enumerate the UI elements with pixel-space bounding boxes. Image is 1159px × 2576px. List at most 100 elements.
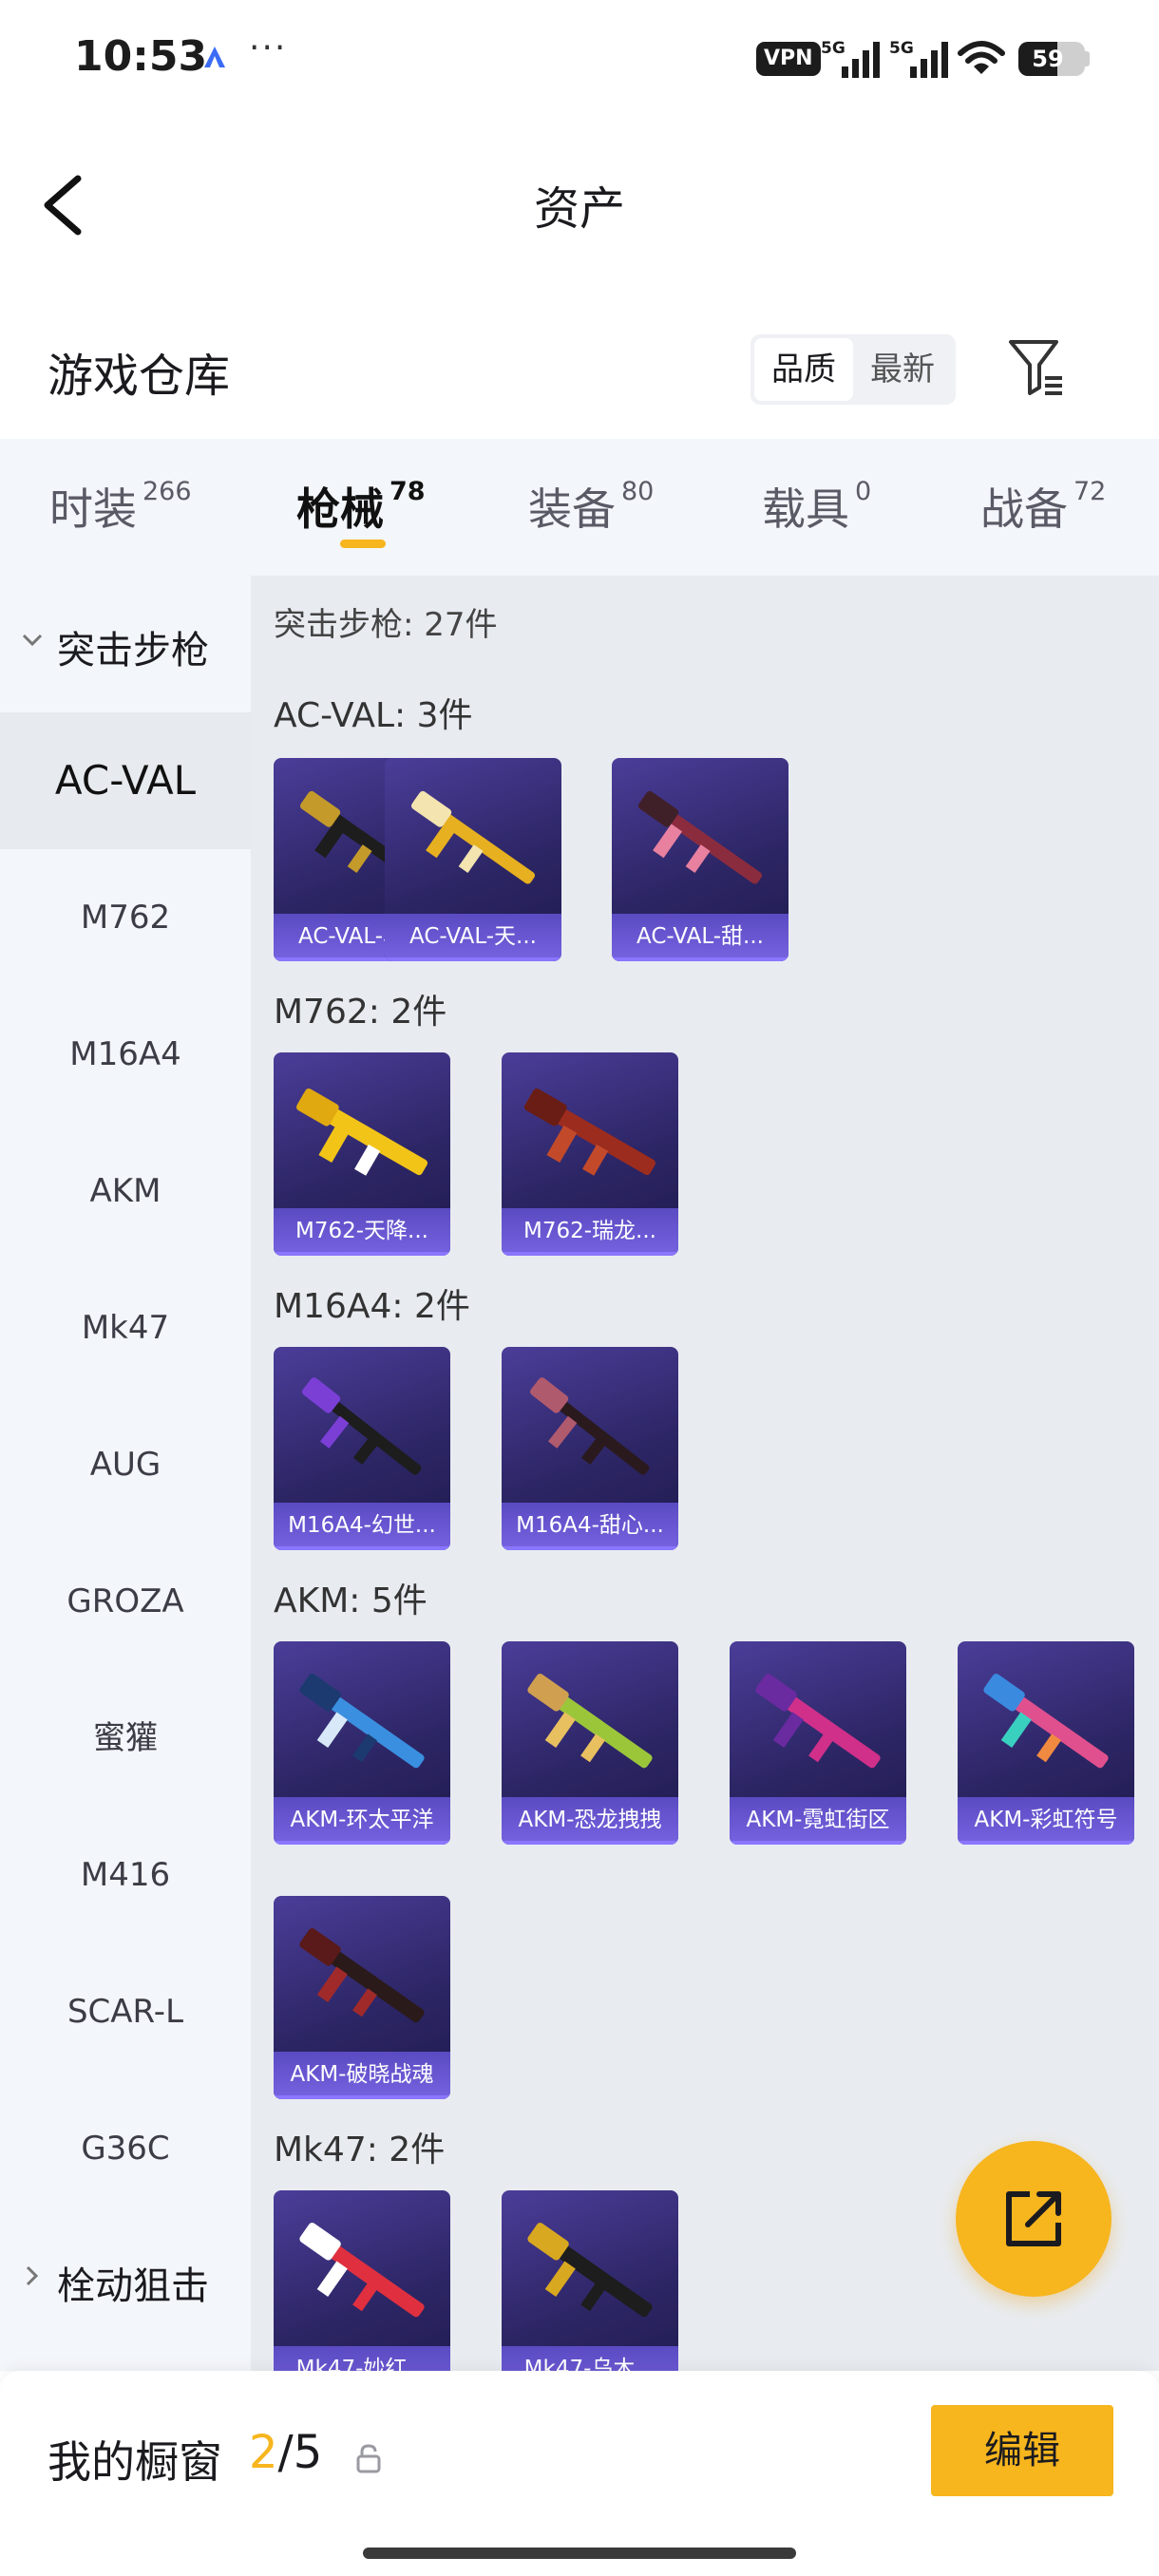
tab-vehicles[interactable]: 载具 0 (762, 475, 871, 538)
sidebar-item-m16a4[interactable]: M16A4 (0, 986, 251, 1123)
header: 资产 (0, 133, 1159, 275)
sidebar-group-label: 突击步枪 (57, 629, 209, 672)
signal-icon: 5G (821, 39, 880, 78)
weapon-card-name: M762-天降... (274, 1208, 450, 1256)
page-title: 资产 (533, 182, 625, 236)
window-count-total: /5 (277, 2426, 323, 2479)
weapon-card-name: M16A4-幻世... (274, 1503, 450, 1550)
tab-equipment[interactable]: 装备 80 (528, 475, 654, 538)
sidebar-item-ac-val[interactable]: AC-VAL (0, 712, 251, 849)
chevron-right-icon (26, 2265, 39, 2286)
tab-count: 266 (142, 477, 192, 506)
signal-icon-2: 5G (889, 39, 948, 78)
weapon-card[interactable]: AKM-环太平洋 (274, 1641, 450, 1845)
sort-toggle: 品质 最新 (750, 334, 956, 405)
group-title-akm: AKM: 5件 (274, 1582, 428, 1620)
sidebar-item-groza[interactable]: GROZA (0, 1533, 251, 1670)
weapon-card[interactable]: Mk47-乌木... (502, 2190, 678, 2371)
my-window-label: 我的橱窗 (48, 2436, 222, 2488)
wifi-icon (958, 41, 1005, 74)
rifle-icon (527, 2223, 653, 2318)
weapon-card[interactable]: AC-VAL-甜... (612, 758, 788, 961)
sidebar-item-scar-l[interactable]: SCAR-L (0, 1943, 251, 2080)
home-indicator[interactable] (363, 2548, 796, 2559)
weapon-grid: 突击步枪: 27件 AC-VAL: 3件 AC-VAL-乌... AC-VAL-… (251, 576, 1159, 2371)
window-count: 2/5 (249, 2426, 322, 2479)
tab-label: 载具 (762, 483, 849, 535)
weapon-card-name: AKM-霓虹街区 (730, 1797, 906, 1845)
category-tabs: 时装 266 枪械 78 装备 80 载具 0 战备 72 (0, 439, 1159, 576)
bottom-bar: 我的橱窗 2/5 编辑 (0, 2371, 1159, 2576)
weapon-card[interactable]: M762-天降... (274, 1052, 450, 1256)
weapon-card-name: M16A4-甜心... (502, 1503, 678, 1550)
more-notifications-icon: ··· (249, 28, 288, 67)
weapon-card[interactable]: M16A4-甜心... (502, 1347, 678, 1550)
sidebar-item-g36c[interactable]: G36C (0, 2080, 251, 2217)
sidebar-item-m416[interactable]: M416 (0, 1807, 251, 1943)
weapon-card[interactable]: AC-VAL-天... (385, 758, 561, 961)
sidebar: 突击步枪 AC-VAL M762 M16A4 AKM Mk47 AUG GROZ… (0, 576, 251, 2371)
window-count-current: 2 (249, 2426, 278, 2479)
weapon-card[interactable]: Mk47-妙红... (274, 2190, 450, 2371)
tab-label: 装备 (528, 483, 616, 535)
group-title-mk47: Mk47: 2件 (274, 2131, 446, 2169)
rifle-icon (755, 1674, 881, 1769)
tab-fashion[interactable]: 时装 266 (49, 475, 192, 538)
battery-tip (1085, 51, 1090, 66)
sort-quality-button[interactable]: 品质 (754, 338, 853, 401)
status-bar: 10:53 ··· VPN 5G 5G 59 (0, 0, 1159, 114)
sort-newest-button[interactable]: 最新 (853, 338, 952, 401)
weapon-card-name: AC-VAL-天... (385, 914, 561, 961)
group-title-ac-val: AC-VAL: 3件 (274, 696, 473, 735)
rifle-icon (524, 1088, 656, 1176)
rifle-icon (301, 1377, 422, 1475)
section-title: 游戏仓库 (48, 350, 231, 403)
battery-level: 59 (1032, 46, 1064, 72)
weapon-card[interactable]: AKM-霓虹街区 (730, 1641, 906, 1845)
chevron-down-icon (22, 634, 43, 647)
group-title-m762: M762: 2件 (274, 993, 447, 1032)
battery-icon: 59 (1018, 42, 1085, 76)
rifle-icon (299, 1928, 425, 2023)
lock-icon (356, 2444, 381, 2473)
vpn-badge: VPN (756, 42, 821, 76)
tab-count: 0 (855, 477, 872, 506)
tab-label: 枪械 (296, 483, 384, 535)
weapon-card[interactable]: AKM-破晓战魂 (274, 1896, 450, 2099)
sidebar-group-assault-rifle[interactable]: 突击步枪 (0, 578, 251, 710)
tab-firearms[interactable]: 枪械 78 (296, 475, 426, 538)
weapon-card[interactable]: M16A4-幻世... (274, 1347, 450, 1550)
sidebar-group-bolt-sniper[interactable]: 栓动狙击 (0, 2213, 251, 2346)
rifle-icon (983, 1674, 1109, 1769)
category-count-title: 突击步枪: 27件 (274, 606, 498, 644)
weapon-card-name: AKM-彩虹符号 (958, 1797, 1134, 1845)
weapon-card-name: AC-VAL-甜... (612, 914, 788, 961)
rifle-icon (299, 2223, 425, 2318)
share-button[interactable] (956, 2141, 1112, 2297)
weapon-card[interactable]: AKM-彩虹符号 (958, 1641, 1134, 1845)
rifle-icon (299, 1674, 425, 1769)
signal-label: 5G (889, 39, 914, 58)
filter-icon[interactable] (1007, 336, 1066, 399)
sidebar-item-akm[interactable]: AKM (0, 1123, 251, 1260)
sidebar-item-mk47[interactable]: Mk47 (0, 1260, 251, 1396)
edit-button[interactable]: 编辑 (931, 2405, 1113, 2496)
weapon-card-name: Mk47-乌木... (502, 2346, 678, 2371)
tab-label: 时装 (49, 483, 137, 535)
rifle-icon (529, 1377, 650, 1475)
tab-supplies[interactable]: 战备 72 (980, 475, 1106, 538)
weapon-card-name: AKM-破晓战魂 (274, 2052, 450, 2099)
tab-count: 80 (621, 477, 655, 506)
rifle-icon (637, 790, 763, 884)
weapon-card[interactable]: AKM-恐龙拽拽 (502, 1641, 678, 1845)
sidebar-item-aug[interactable]: AUG (0, 1396, 251, 1533)
app-notification-icon (204, 47, 225, 67)
status-time: 10:53 (74, 32, 208, 81)
tab-count: 72 (1074, 477, 1107, 506)
sidebar-item-honey-badger[interactable]: 蜜獾 (0, 1670, 251, 1807)
weapon-card[interactable]: M762-瑞龙... (502, 1052, 678, 1256)
rifle-icon (527, 1674, 653, 1769)
weapon-card-name: AKM-恐龙拽拽 (502, 1797, 678, 1845)
sidebar-item-m762[interactable]: M762 (0, 849, 251, 986)
section-row: 游戏仓库 品质 最新 (0, 313, 1159, 418)
